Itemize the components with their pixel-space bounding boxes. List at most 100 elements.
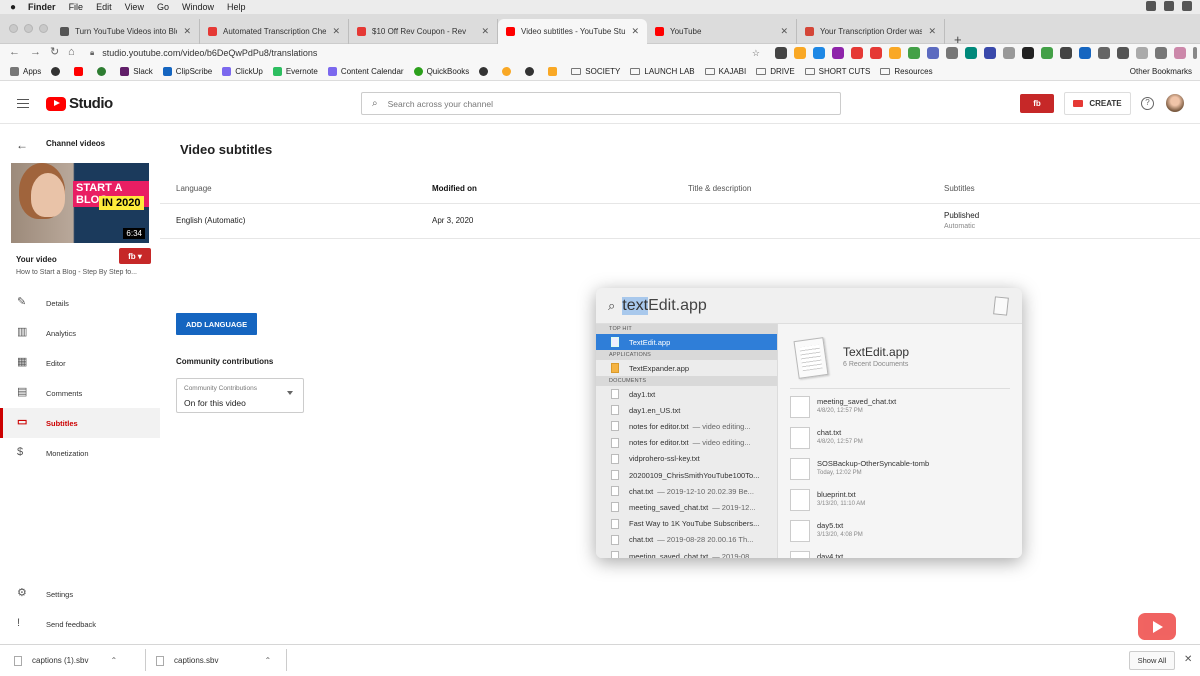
sidebar-item-editor[interactable]: ▦ Editor — [0, 348, 160, 378]
result-document[interactable]: meeting_saved_chat.txt — 2019-08... — [596, 548, 777, 558]
forward-arrow-icon[interactable]: → — [30, 44, 41, 61]
sidebar-item-monetization[interactable]: $ Monetization — [0, 438, 160, 468]
extension-icon[interactable] — [1117, 47, 1129, 59]
sidebar-item-analytics[interactable]: ▥ Analytics — [0, 318, 160, 348]
close-icon[interactable]: ✕ — [1184, 654, 1192, 665]
menu-finder[interactable]: Finder — [28, 2, 56, 12]
download-item[interactable]: captions.sbv ⌃ — [156, 645, 271, 676]
extension-icon[interactable] — [984, 47, 996, 59]
extension-icon[interactable] — [927, 47, 939, 59]
bookmark-icon-item[interactable] — [525, 67, 538, 76]
result-document[interactable]: vidprohero-ssl-key.txt — [596, 451, 777, 467]
sidebar-item-details[interactable]: ✎ Details — [0, 288, 160, 318]
bookmark-folder-society[interactable]: SOCIETY — [571, 67, 620, 76]
bookmark-folder-drive[interactable]: DRIVE — [756, 67, 795, 76]
bookmark-apps[interactable]: Apps — [10, 67, 41, 76]
status-icon[interactable] — [1182, 1, 1192, 11]
bookmark-quickbooks[interactable]: QuickBooks — [413, 67, 469, 76]
result-document[interactable]: chat.txt — 2019-08-28 20.00.16 Th... — [596, 532, 777, 548]
youtube-subscribe-watermark-icon[interactable] — [1138, 613, 1176, 640]
menu-go[interactable]: Go — [157, 2, 169, 12]
status-icon[interactable] — [1164, 1, 1174, 11]
result-document[interactable]: meeting_saved_chat.txt — 2019-12... — [596, 499, 777, 515]
close-tab-icon[interactable]: ✕ — [183, 26, 191, 37]
reload-icon[interactable]: ↻ — [50, 44, 59, 61]
menu-window[interactable]: Window — [182, 2, 214, 12]
help-icon[interactable]: ? — [1141, 97, 1154, 110]
other-bookmarks[interactable]: Other Bookmarks — [1130, 67, 1192, 76]
extension-icon[interactable] — [813, 47, 825, 59]
extension-icon[interactable] — [965, 47, 977, 59]
browser-tab[interactable]: $10 Off Rev Coupon - Rev ✕ — [349, 19, 498, 44]
extension-icon[interactable] — [1022, 47, 1034, 59]
close-tab-icon[interactable]: ✕ — [780, 26, 788, 37]
recent-document-item[interactable]: SOSBackup-OtherSyncable-tomb Today, 12:02… — [790, 454, 1010, 482]
channel-videos-link[interactable]: Channel videos — [46, 139, 105, 148]
extension-icon[interactable] — [1098, 47, 1110, 59]
menu-dots-icon[interactable] — [1193, 47, 1197, 59]
result-document[interactable]: day1.txt — [596, 386, 777, 402]
channel-search-input[interactable]: ⌕ Search across your channel — [361, 92, 841, 115]
back-arrow-icon[interactable]: ← — [16, 138, 28, 152]
extension-icon[interactable] — [832, 47, 844, 59]
recent-document-item[interactable]: blueprint.txt 3/13/20, 11:10 AM — [790, 485, 1010, 513]
result-application[interactable]: TextExpander.app — [596, 360, 777, 376]
browser-tab[interactable]: Turn YouTube Videos into Blog P ✕ — [52, 19, 200, 44]
result-document[interactable]: notes for editor.txt — video editing... — [596, 435, 777, 451]
close-tab-icon[interactable]: ✕ — [631, 26, 639, 37]
close-tab-icon[interactable]: ✕ — [928, 26, 936, 37]
extension-icon[interactable] — [908, 47, 920, 59]
apple-menu-icon[interactable]: ● — [10, 2, 16, 13]
browser-tab[interactable]: YouTube ✕ — [647, 19, 797, 44]
home-icon[interactable]: ⌂ — [68, 44, 75, 61]
show-all-button[interactable]: Show All — [1129, 651, 1175, 670]
minimize-window-button[interactable] — [24, 24, 33, 33]
video-thumbnail[interactable]: START A BLOG IN 2020 6:34 — [11, 163, 149, 243]
bookmark-icon-item[interactable] — [51, 67, 64, 76]
bookmark-icon-item[interactable] — [548, 67, 561, 76]
extension-icon[interactable] — [1060, 47, 1072, 59]
zoom-window-button[interactable] — [39, 24, 48, 33]
bookmark-slack[interactable]: Slack — [120, 67, 153, 76]
bookmark-content-calendar[interactable]: Content Calendar — [327, 67, 404, 76]
browser-tab-active[interactable]: Video subtitles - YouTube Studio ✕ — [498, 19, 647, 44]
spotlight-query-input[interactable]: ⌕ text Edit.app — [596, 288, 1022, 324]
extension-icon[interactable] — [1041, 47, 1053, 59]
bookmark-folder-launch-lab[interactable]: LAUNCH LAB — [630, 67, 695, 76]
hamburger-menu-icon[interactable] — [17, 99, 29, 108]
close-tab-icon[interactable]: ✕ — [481, 26, 489, 37]
chevron-up-icon[interactable]: ⌃ — [264, 656, 271, 665]
extension-icon[interactable] — [794, 47, 806, 59]
result-document[interactable]: chat.txt — 2019-12-10 20.02.39 Be... — [596, 483, 777, 499]
extension-icon[interactable] — [1136, 47, 1148, 59]
fb-extension-button[interactable]: fb — [1020, 94, 1054, 113]
result-top-hit[interactable]: TextEdit.app — [596, 334, 777, 350]
bookmark-folder-kajabi[interactable]: KAJABI — [704, 67, 746, 76]
result-document[interactable]: notes for editor.txt — video editing... — [596, 418, 777, 434]
menu-file[interactable]: File — [69, 2, 84, 12]
recent-document-item[interactable]: day5.txt 3/13/20, 4:08 PM — [790, 516, 1010, 544]
result-document[interactable]: Fast Way to 1K YouTube Subscribers... — [596, 516, 777, 532]
menu-edit[interactable]: Edit — [96, 2, 112, 12]
sidebar-item-send-feedback[interactable]: ! Send feedback — [0, 609, 160, 639]
add-language-button[interactable]: ADD LANGUAGE — [176, 313, 257, 335]
bookmark-icon-item[interactable] — [74, 67, 87, 76]
menu-view[interactable]: View — [125, 2, 144, 12]
extension-icon[interactable] — [889, 47, 901, 59]
status-icon[interactable] — [1146, 1, 1156, 11]
row-subtitles-status[interactable]: Published — [944, 211, 979, 220]
extension-icon[interactable] — [1003, 47, 1015, 59]
browser-tab[interactable]: Your Transcription Order was Re ✕ — [797, 19, 945, 44]
extension-icon[interactable] — [851, 47, 863, 59]
bookmark-icon-item[interactable] — [479, 67, 492, 76]
youtube-studio-logo[interactable]: Studio — [46, 95, 113, 112]
address-bar[interactable]: 🔒︎ studio.youtube.com/video/b6DeQwPdPu8/… — [90, 45, 770, 61]
sidebar-item-subtitles[interactable]: ▭ Subtitles — [0, 408, 160, 438]
bookmark-clickup[interactable]: ClickUp — [222, 67, 263, 76]
extension-icon[interactable] — [1079, 47, 1091, 59]
menu-help[interactable]: Help — [227, 2, 246, 12]
result-document[interactable]: 20200109_ChrisSmithYouTube100To... — [596, 467, 777, 483]
bookmark-folder-short-cuts[interactable]: SHORT CUTS — [804, 67, 870, 76]
bookmark-icon-item[interactable] — [502, 67, 515, 76]
bookmark-clipscribe[interactable]: ClipScribe — [162, 67, 212, 76]
